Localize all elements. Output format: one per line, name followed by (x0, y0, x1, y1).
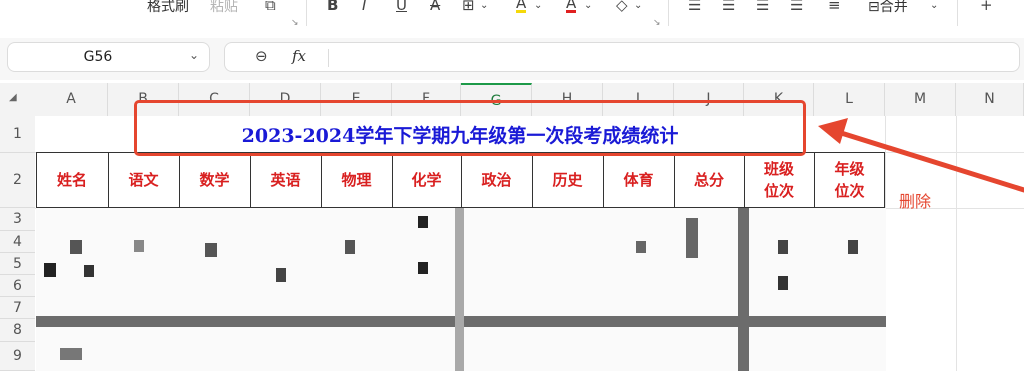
annotation-delete-label: 删除 (899, 192, 932, 211)
annotation-arrow-icon (818, 118, 1024, 193)
